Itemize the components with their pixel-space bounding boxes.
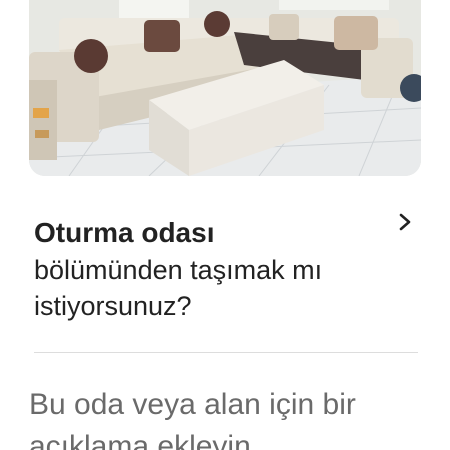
prompt-title: Oturma odası [34, 217, 215, 248]
edit-room-screen: Oturma odası bölümünden taşımak mı istiy… [0, 0, 450, 450]
description-input[interactable]: Bu oda veya alan için bir açıklama ekley… [29, 384, 419, 450]
divider [34, 352, 418, 353]
room-photo[interactable] [29, 0, 421, 176]
move-room-prompt[interactable]: Oturma odası bölümünden taşımak mı istiy… [34, 210, 420, 330]
living-room-image [29, 0, 421, 176]
prompt-subtitle: bölümünden taşımak mı istiyorsunuz? [34, 255, 323, 321]
chevron-right-icon[interactable] [396, 212, 414, 232]
